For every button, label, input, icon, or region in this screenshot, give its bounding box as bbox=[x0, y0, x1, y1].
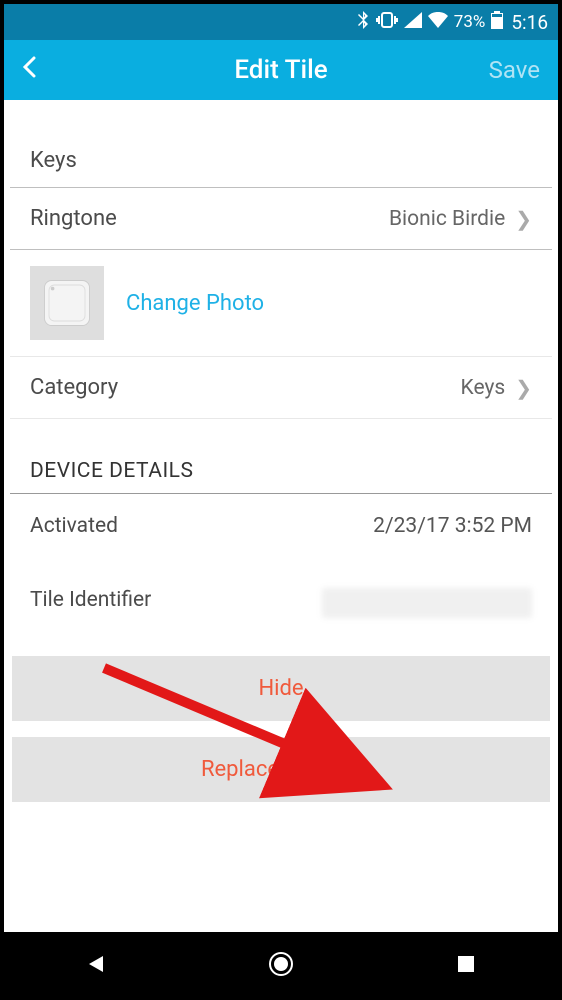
tile-identifier-label: Tile Identifier bbox=[30, 588, 322, 618]
activated-value: 2/23/17 3:52 PM bbox=[373, 514, 532, 538]
tile-identifier-value-redacted bbox=[322, 588, 532, 618]
replace-tile-button[interactable]: Replace this Tile bbox=[12, 737, 550, 802]
ringtone-value: Bionic Birdie bbox=[389, 207, 505, 231]
category-label: Category bbox=[30, 375, 461, 400]
page-title: Edit Tile bbox=[4, 55, 558, 85]
ringtone-row[interactable]: Ringtone Bionic Birdie ❯ bbox=[10, 188, 552, 250]
tile-name-label: Keys bbox=[30, 148, 532, 173]
tile-name-row[interactable]: Keys bbox=[10, 130, 552, 188]
category-value: Keys bbox=[461, 376, 506, 400]
nav-back-button[interactable] bbox=[76, 944, 116, 984]
hide-button[interactable]: Hide bbox=[12, 656, 550, 721]
clock-time: 5:16 bbox=[511, 11, 548, 34]
photo-row[interactable]: Change Photo bbox=[10, 250, 552, 357]
activated-label: Activated bbox=[30, 514, 373, 538]
category-row[interactable]: Category Keys ❯ bbox=[10, 357, 552, 419]
status-bar: 73% 5:16 bbox=[4, 4, 558, 40]
chevron-right-icon: ❯ bbox=[515, 207, 532, 231]
tile-photo-thumbnail bbox=[30, 266, 104, 340]
android-nav-bar bbox=[4, 932, 558, 996]
nav-home-button[interactable] bbox=[261, 944, 301, 984]
nav-recents-button[interactable] bbox=[446, 944, 486, 984]
vibrate-icon bbox=[376, 12, 398, 33]
tile-identifier-row: Tile Identifier bbox=[10, 558, 552, 648]
back-button[interactable] bbox=[22, 56, 62, 84]
battery-percent: 73% bbox=[454, 12, 486, 32]
chevron-right-icon: ❯ bbox=[515, 376, 532, 400]
wifi-icon bbox=[428, 12, 448, 33]
ringtone-label: Ringtone bbox=[30, 206, 389, 231]
activated-row: Activated 2/23/17 3:52 PM bbox=[10, 494, 552, 558]
battery-icon bbox=[491, 11, 503, 34]
signal-icon bbox=[404, 12, 422, 33]
bluetooth-icon bbox=[356, 11, 370, 34]
save-button[interactable]: Save bbox=[489, 56, 540, 84]
change-photo-link[interactable]: Change Photo bbox=[126, 291, 264, 316]
device-details-header: DEVICE DETAILS bbox=[10, 419, 552, 494]
app-bar: Edit Tile Save bbox=[4, 40, 558, 100]
